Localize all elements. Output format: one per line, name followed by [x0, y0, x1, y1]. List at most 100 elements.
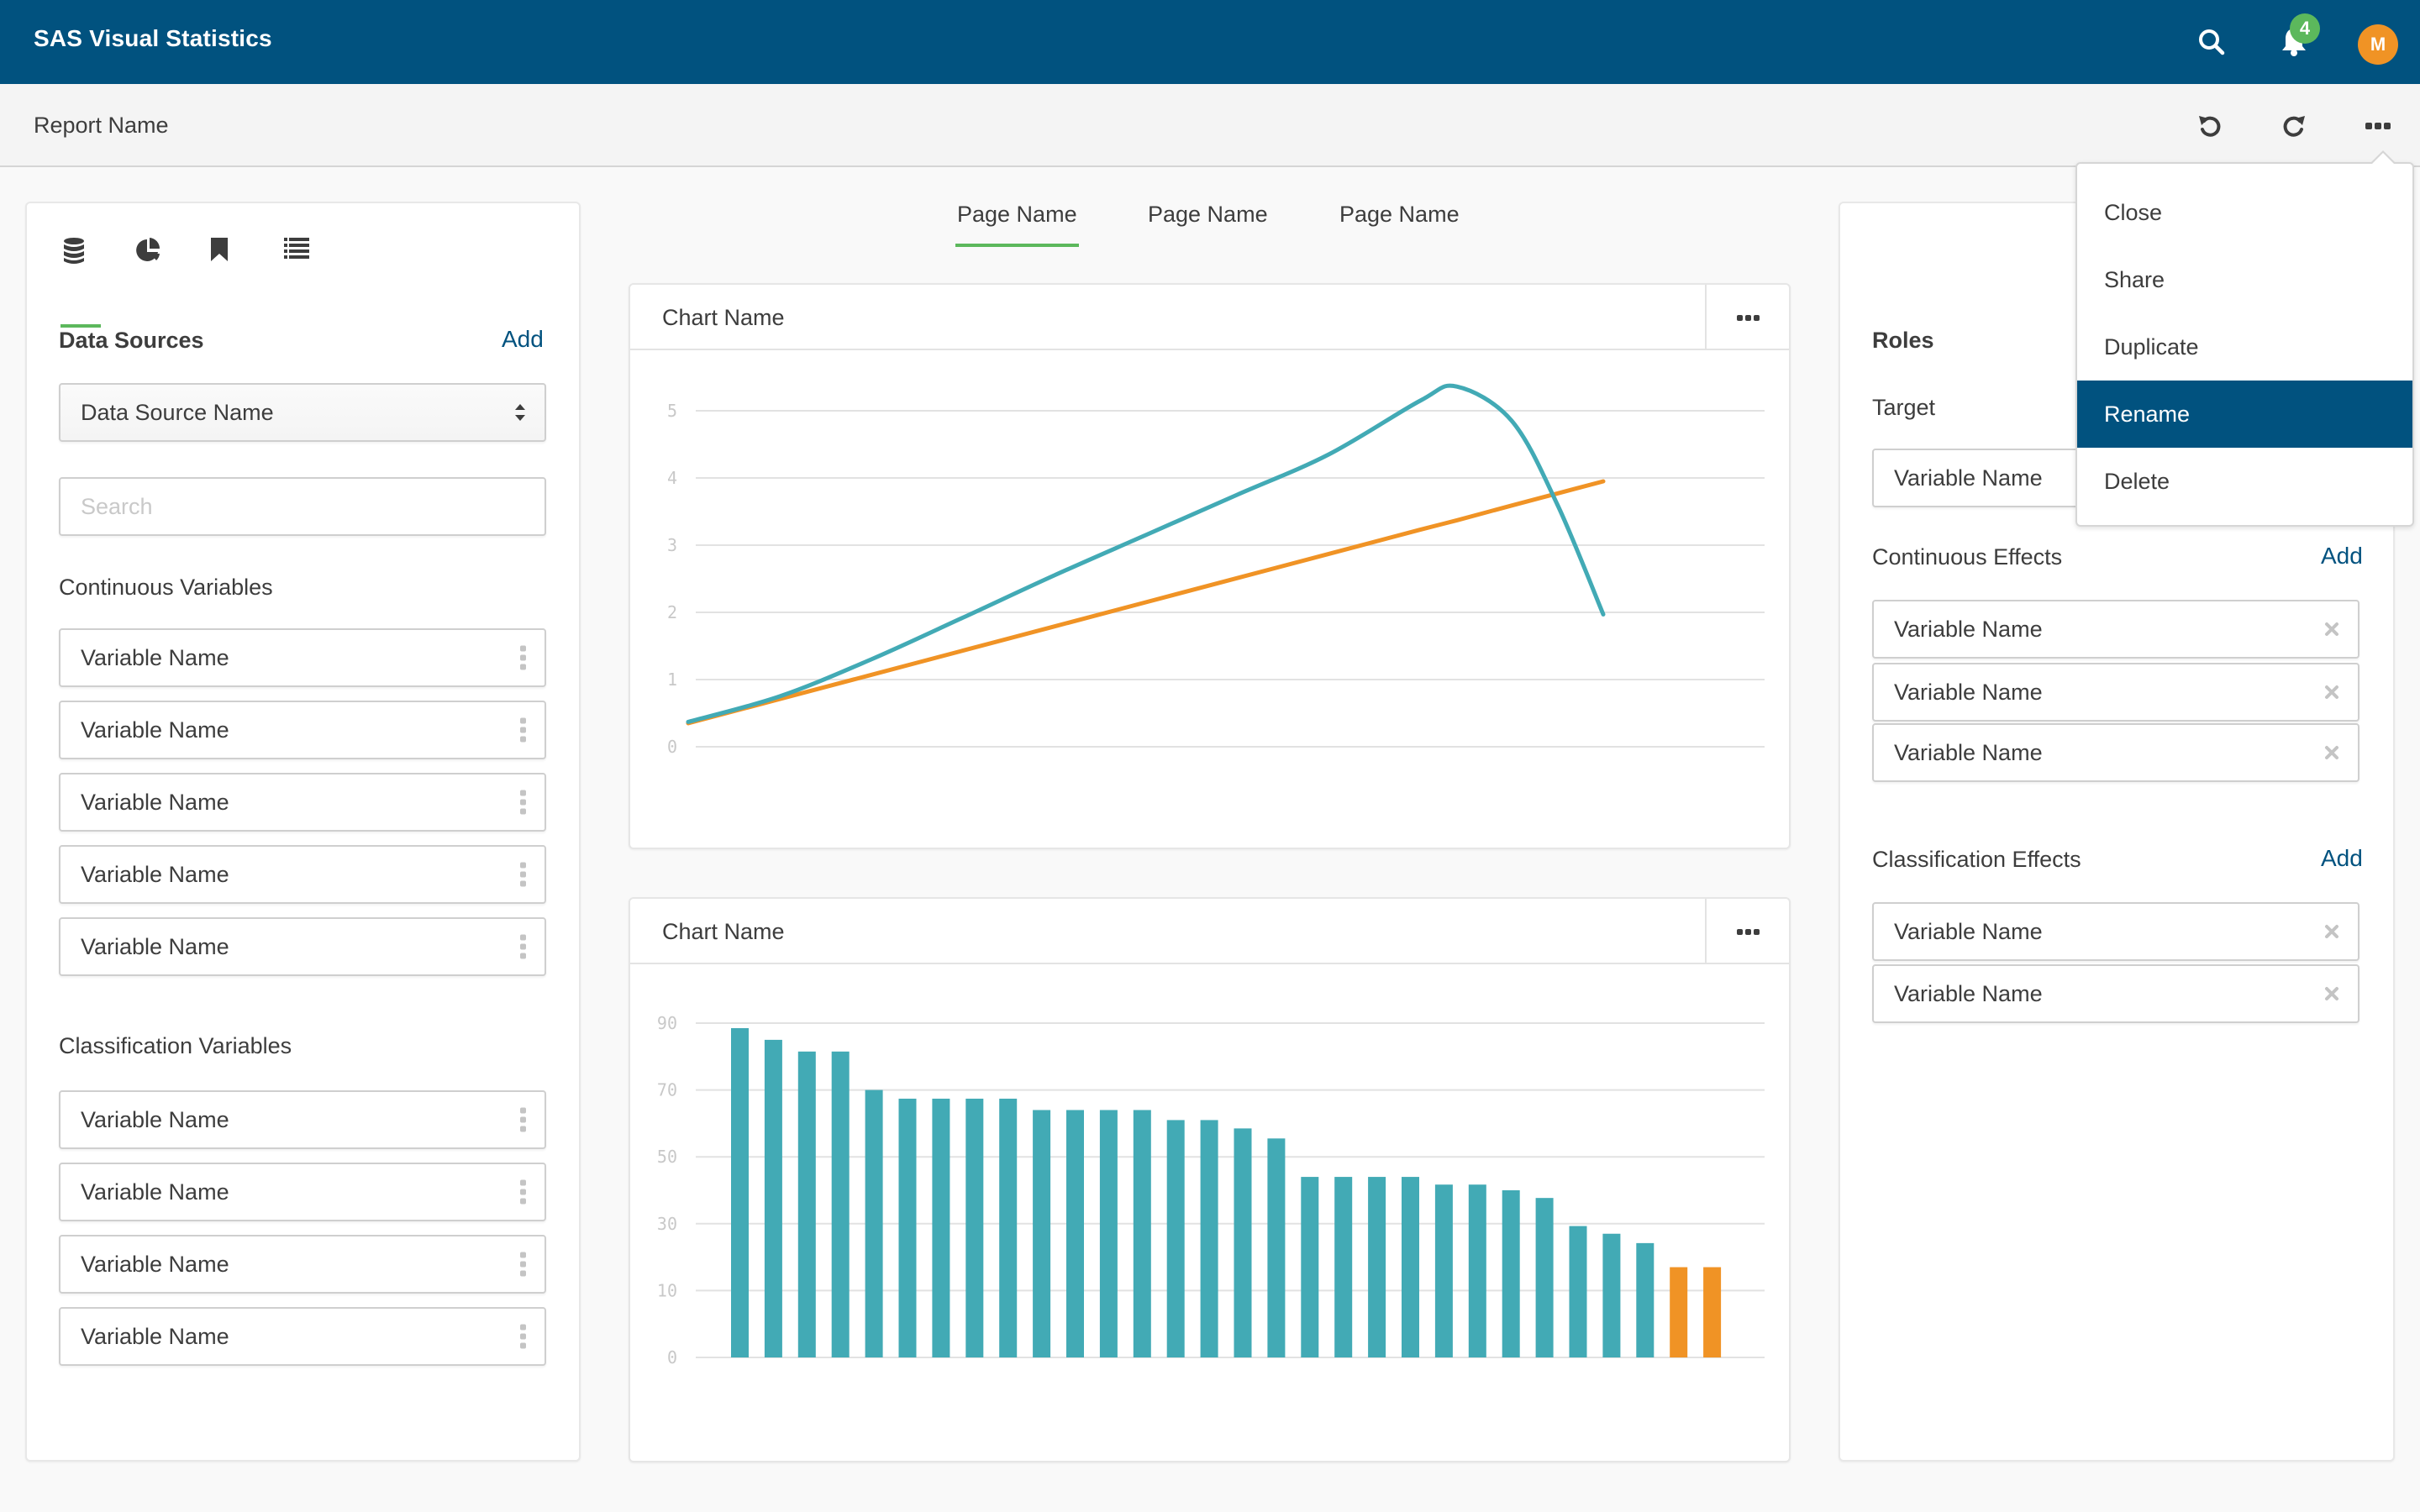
remove-button[interactable] — [2324, 986, 2339, 1001]
classification-variable-item[interactable]: Variable Name — [59, 1090, 546, 1149]
database-icon — [64, 238, 84, 264]
continuous-effects-title: Continuous Effects — [1872, 544, 2063, 570]
variable-name: Variable Name — [1894, 980, 2043, 1006]
bar — [1602, 1233, 1621, 1357]
more-horizontal-icon — [1736, 928, 1760, 935]
drag-handle-icon[interactable] — [520, 645, 526, 670]
bar — [1569, 1226, 1587, 1357]
search-placeholder: Search — [81, 493, 153, 519]
bar — [1033, 1110, 1051, 1357]
classification-effect-item[interactable]: Variable Name — [1872, 902, 2360, 961]
variable-search-input[interactable]: Search — [59, 477, 546, 536]
continuous-effect-item[interactable]: Variable Name — [1872, 663, 2360, 722]
continuous-variable-item[interactable]: Variable Name — [59, 845, 546, 904]
add-continuous-effect-link[interactable]: Add — [2321, 543, 2363, 570]
drag-handle-icon[interactable] — [520, 1252, 526, 1277]
tab-charts[interactable] — [134, 237, 208, 296]
bar — [1502, 1190, 1520, 1357]
y-tick-label: 4 — [667, 468, 677, 488]
y-tick-label: 90 — [657, 1013, 677, 1033]
y-tick-label: 50 — [657, 1147, 677, 1167]
drag-handle-icon[interactable] — [520, 1179, 526, 1205]
classification-effect-item[interactable]: Variable Name — [1872, 964, 2360, 1023]
pie-chart-icon — [136, 238, 160, 261]
remove-button[interactable] — [2324, 924, 2339, 939]
drag-handle-icon[interactable] — [520, 1324, 526, 1349]
app-title: SAS Visual Statistics — [34, 25, 272, 51]
bar — [1166, 1120, 1185, 1357]
menu-item-rename[interactable]: Rename — [2077, 381, 2412, 448]
menu-item-delete[interactable]: Delete — [2077, 448, 2412, 515]
bar — [764, 1039, 782, 1357]
drag-handle-icon[interactable] — [520, 790, 526, 815]
variable-name: Variable Name — [81, 861, 229, 887]
select-arrows-icon — [514, 403, 526, 422]
more-horizontal-icon — [2365, 123, 2391, 129]
tab-bookmarks[interactable] — [208, 237, 282, 296]
continuous-variable-item[interactable]: Variable Name — [59, 917, 546, 976]
bar — [1636, 1242, 1655, 1357]
panel-icon-tabs — [60, 237, 356, 328]
data-source-select[interactable]: Data Source Name — [59, 383, 546, 442]
bar — [1133, 1110, 1151, 1357]
drag-handle-icon[interactable] — [520, 1107, 526, 1132]
page-tab[interactable]: Page Name — [955, 202, 1079, 247]
remove-button[interactable] — [2324, 622, 2339, 637]
add-data-source-link[interactable]: Add — [502, 326, 544, 353]
continuous-variable-item[interactable]: Variable Name — [59, 701, 546, 759]
close-icon — [2325, 925, 2338, 938]
add-classification-effect-link[interactable]: Add — [2321, 845, 2363, 872]
user-avatar[interactable]: M — [2358, 24, 2398, 65]
bar — [1703, 1267, 1722, 1357]
close-icon — [2325, 685, 2338, 699]
chart-more-button[interactable] — [1705, 285, 1789, 350]
close-icon — [2325, 987, 2338, 1000]
undo-icon — [2199, 116, 2221, 137]
classification-variable-item[interactable]: Variable Name — [59, 1163, 546, 1221]
continuous-effect-item[interactable]: Variable Name — [1872, 723, 2360, 782]
variable-name: Variable Name — [1894, 679, 2043, 705]
drag-handle-icon[interactable] — [520, 862, 526, 887]
tab-data-sources[interactable] — [60, 237, 134, 328]
bar — [1535, 1198, 1554, 1357]
report-name: Report Name — [34, 113, 169, 138]
menu-item-close[interactable]: Close — [2077, 179, 2412, 246]
redo-button[interactable] — [2272, 104, 2316, 148]
chart-more-button[interactable] — [1705, 899, 1789, 964]
continuous-variable-item[interactable]: Variable Name — [59, 773, 546, 832]
menu-item-duplicate[interactable]: Duplicate — [2077, 313, 2412, 381]
variable-name: Variable Name — [81, 1179, 229, 1205]
classification-variable-item[interactable]: Variable Name — [59, 1307, 546, 1366]
page-tab[interactable]: Page Name — [1339, 202, 1460, 228]
drag-handle-icon[interactable] — [520, 717, 526, 743]
bar — [1670, 1267, 1688, 1357]
classification-variable-item[interactable]: Variable Name — [59, 1235, 546, 1294]
tab-list[interactable] — [282, 237, 356, 296]
classification-variables-title: Classification Variables — [59, 1033, 292, 1058]
bar — [1402, 1177, 1419, 1357]
y-tick-label: 0 — [667, 1347, 677, 1368]
variable-name: Variable Name — [1894, 739, 2043, 765]
undo-button[interactable] — [2188, 104, 2232, 148]
redo-icon — [2283, 116, 2305, 137]
continuous-effect-item[interactable]: Variable Name — [1872, 600, 2360, 659]
bar — [1301, 1177, 1319, 1357]
more-options-button[interactable] — [2356, 104, 2400, 148]
page-tab[interactable]: Page Name — [1148, 202, 1268, 228]
data-panel: Data Sources Add Data Source Name Search… — [25, 202, 581, 1462]
bar — [1468, 1184, 1486, 1357]
search-button[interactable] — [2188, 18, 2235, 66]
y-tick-label: 2 — [667, 602, 677, 622]
variable-name: Variable Name — [81, 933, 229, 959]
drag-handle-icon[interactable] — [520, 934, 526, 959]
data-sources-title: Data Sources — [59, 328, 204, 353]
remove-button[interactable] — [2324, 685, 2339, 700]
bar — [797, 1051, 816, 1357]
menu-item-share[interactable]: Share — [2077, 246, 2412, 313]
remove-button[interactable] — [2324, 745, 2339, 760]
search-icon — [2199, 29, 2225, 55]
chart-title: Chart Name — [662, 305, 785, 330]
variable-name: Variable Name — [1894, 616, 2043, 642]
continuous-variable-item[interactable]: Variable Name — [59, 628, 546, 687]
bar — [898, 1098, 917, 1357]
